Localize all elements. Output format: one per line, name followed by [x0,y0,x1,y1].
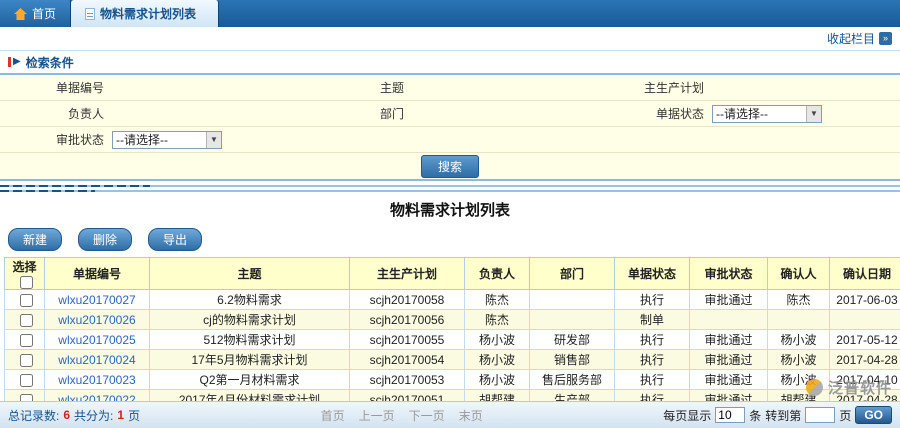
mps-input[interactable] [712,79,891,97]
page: 首页 物料需求计划列表 收起栏目 » ▶ 检索条件 单据编号 主题 主生产计划 … [0,0,900,428]
total-pages-value: 1 [117,408,124,422]
doc-no-link[interactable]: wlxu20170025 [58,333,135,347]
pagination: 首页 上一页 下一页 末页 [321,407,483,424]
column-header: 确认日期 [830,258,900,290]
footer-bar: 总记录数: 6 共分为: 1 页 首页 上一页 下一页 末页 每页显示 条 转到… [0,401,900,428]
record-totals: 总记录数: 6 共分为: 1 页 [8,407,140,424]
column-header: 选择 [5,258,45,290]
search-button[interactable]: 搜索 [421,155,479,178]
select-all-checkbox[interactable] [20,276,33,289]
total-records-value: 6 [63,408,70,422]
go-button[interactable]: GO [855,406,892,424]
doc-no-link[interactable]: wlxu20170027 [58,293,135,307]
owner-input[interactable] [112,105,291,123]
column-header: 确认人 [768,258,830,290]
material-plan-table: 选择单据编号主题主生产计划负责人部门单据状态审批状态确认人确认日期 wlxu20… [4,257,900,410]
table-header: 选择单据编号主题主生产计划负责人部门单据状态审批状态确认人确认日期 [5,258,900,290]
search-section-title: 检索条件 [26,54,74,71]
doc-status-label: 单据状态 [600,101,710,127]
table-row: wlxu2017002417年5月物料需求计划scjh20170054杨小波销售… [5,350,900,370]
row-checkbox[interactable] [20,314,33,327]
brand-logo-icon [806,379,823,396]
approval-status-label: 审批状态 [0,127,110,153]
doc-no-link[interactable]: wlxu20170023 [58,373,135,387]
dept-input[interactable] [412,105,591,123]
column-header: 单据状态 [615,258,690,290]
column-header: 主题 [150,258,350,290]
tab-home-label: 首页 [32,5,56,22]
doc-no-label: 单据编号 [0,75,110,101]
subject-label: 主题 [300,75,410,101]
home-icon [14,8,27,20]
delete-button[interactable]: 删除 [78,228,132,251]
column-header: 单据编号 [45,258,150,290]
search-form: 单据编号 主题 主生产计划 负责人 部门 单据状态 --请选择-- ▼ 审批状态… [0,73,900,181]
row-checkbox[interactable] [20,354,33,367]
subject-input[interactable] [412,79,591,97]
list-title: 物料需求计划列表 [0,195,900,226]
table-row: wlxu20170023Q2第一月材料需求scjh20170053杨小波售后服务… [5,370,900,390]
new-button[interactable]: 新建 [8,228,62,251]
approval-status-select[interactable]: --请选择-- ▼ [112,131,222,149]
goto-page-input[interactable] [805,407,835,423]
table-row: wlxu20170026cj的物料需求计划scjh20170056陈杰制单 [5,310,900,330]
brand-mark: 泛普软件 [806,377,892,398]
next-page-link[interactable]: 下一页 [409,407,445,424]
dept-label: 部门 [300,101,410,127]
search-section-header: ▶ 检索条件 [0,51,900,73]
doc-no-input[interactable] [112,79,291,97]
mps-label: 主生产计划 [600,75,710,101]
section-arrow-icon: ▶ [8,57,21,67]
brand-name: 泛普软件 [828,377,892,398]
column-header: 部门 [530,258,615,290]
doc-status-select[interactable]: --请选择-- ▼ [712,105,822,123]
document-icon [85,8,95,20]
header-row: 选择单据编号主题主生产计划负责人部门单据状态审批状态确认人确认日期 [5,258,900,290]
tab-material-plan-list[interactable]: 物料需求计划列表 [71,0,219,27]
row-checkbox[interactable] [20,294,33,307]
page-size-controls: 每页显示 条 转到第 页 GO [663,406,892,424]
column-header: 负责人 [465,258,530,290]
table-body: wlxu201700276.2物料需求scjh20170058陈杰执行审批通过陈… [5,290,900,410]
chevron-down-icon: ▼ [806,106,821,122]
doc-no-link[interactable]: wlxu20170024 [58,353,135,367]
row-checkbox[interactable] [20,334,33,347]
table-row: wlxu20170025512物料需求计划scjh20170055杨小波研发部执… [5,330,900,350]
column-header: 审批状态 [690,258,768,290]
page-size-input[interactable] [715,407,745,423]
tab-bar: 首页 物料需求计划列表 [0,0,900,27]
section-divider [0,184,900,195]
export-button[interactable]: 导出 [148,228,202,251]
collapse-columns-link[interactable]: 收起栏目 [827,30,875,47]
last-page-link[interactable]: 末页 [459,407,483,424]
prev-page-link[interactable]: 上一页 [359,407,395,424]
owner-label: 负责人 [0,101,110,127]
table-row: wlxu201700276.2物料需求scjh20170058陈杰执行审批通过陈… [5,290,900,310]
row-checkbox[interactable] [20,374,33,387]
first-page-link[interactable]: 首页 [321,407,345,424]
action-button-row: 新建 删除 导出 [0,226,900,257]
tab-home[interactable]: 首页 [0,0,71,27]
collapse-icon[interactable]: » [879,32,892,45]
tab-active-label: 物料需求计划列表 [100,5,196,22]
collapse-bar: 收起栏目 » [0,27,900,51]
chevron-down-icon: ▼ [206,132,221,148]
column-header: 主生产计划 [350,258,465,290]
doc-no-link[interactable]: wlxu20170026 [58,313,135,327]
